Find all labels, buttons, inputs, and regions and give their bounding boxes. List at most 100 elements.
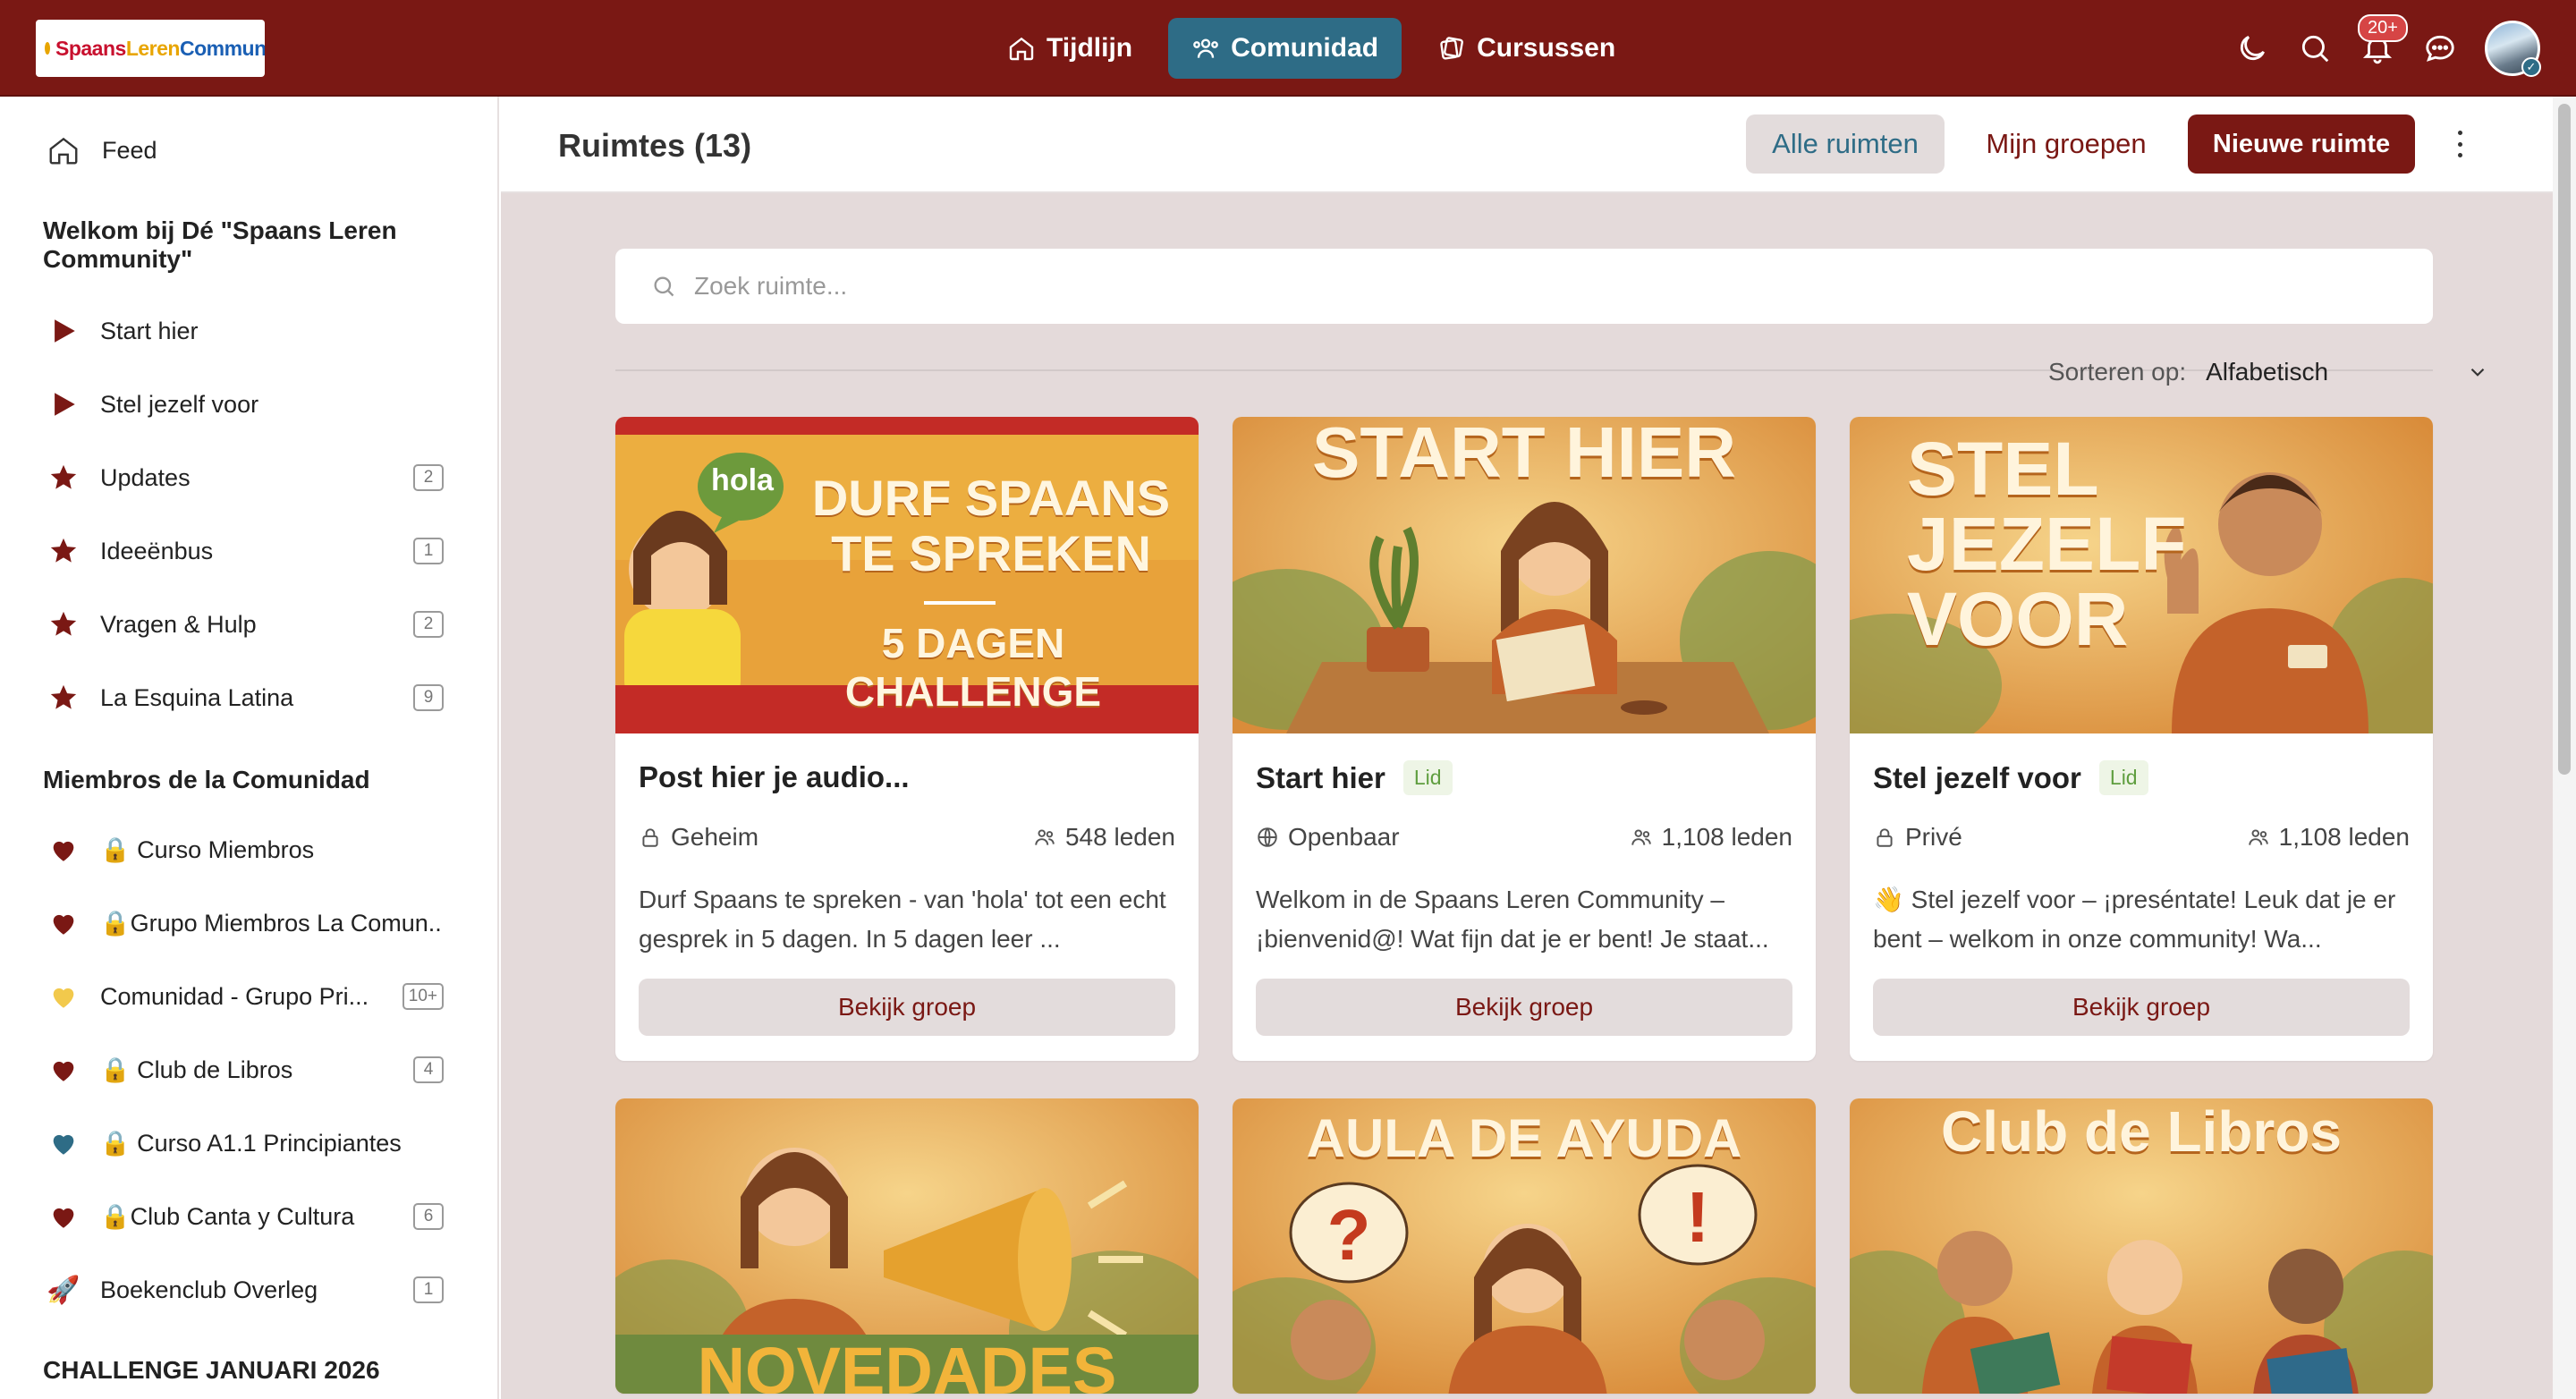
space-member-count: 548 leden [1064,823,1175,851]
space-card-body: Post hier je audio... Geheim 548 leden D… [615,733,1199,1061]
image-text-line: STEL [1907,427,2099,511]
unread-count-badge: 1 [413,538,444,564]
sidebar-item-curso-a1[interactable]: 🔒 Curso A1.1 Principiantes [47,1123,444,1163]
nav-tab-comunidad[interactable]: Comunidad [1168,18,1402,79]
sidebar-item-ideeenbus[interactable]: Ideeënbus 1 [47,531,444,571]
heart-icon [47,979,80,1013]
new-space-button[interactable]: Nieuwe ruimte [2188,114,2415,174]
challenge-section-heading: CHALLENGE JANUARI 2026 [43,1356,380,1384]
svg-text:!: ! [1686,1177,1710,1257]
space-card-novedades[interactable]: NOVEDADES [615,1098,1199,1394]
community-logo[interactable]: Spaans Leren Community [36,20,265,77]
sidebar-item-label: 🔒 Club de Libros [100,1056,293,1083]
sidebar-item-feed[interactable]: Feed [47,131,157,170]
star-icon [47,607,80,641]
people-icon [1193,38,1218,58]
notifications-button[interactable]: 20+ [2358,14,2408,66]
logo-mark-icon [45,42,50,55]
sidebar-item-start-hier[interactable]: Start hier [47,311,444,351]
main-content: Ruimtes (13) Alle ruimten Mijn groepen N… [501,97,2553,1399]
view-group-button[interactable]: Bekijk groep [1256,979,1792,1036]
space-title: Stel jezelf voor Lid [1873,760,2148,795]
main-nav: Tijdlijn Comunidad Cursussen [984,18,1639,79]
sidebar-item-boekenclub-overleg[interactable]: 🚀 Boekenclub Overleg 1 [47,1270,444,1310]
member-badge: Lid [1402,760,1453,795]
search-button[interactable] [2297,30,2333,66]
all-spaces-button[interactable]: Alle ruimten [1746,114,1945,174]
space-card-post-hier[interactable]: hola DURF SPAANS TE SPREKEN 5 DAGEN CHAL… [615,417,1199,1061]
space-description: Durf Spaans te spreken - van 'hola' tot … [639,886,1166,953]
space-card-body: Start hier Lid Openbaar 1,108 leden Welko… [1233,733,1816,1061]
cards-icon [1440,37,1464,60]
space-cover-image: START HIER [1233,417,1816,733]
unread-count-badge: 6 [413,1203,444,1230]
space-card-start-hier[interactable]: START HIER Start hier Lid Openbaar 1,108 … [1233,417,1816,1061]
sidebar-item-vragen-hulp[interactable]: Vragen & Hulp 2 [47,605,444,644]
sidebar-item-grupo-miembros[interactable]: 🔒Grupo Miembros La Comun... [47,903,444,943]
home-icon [1009,37,1034,61]
sidebar-item-la-esquina-latina[interactable]: La Esquina Latina 9 [47,678,444,717]
star-icon [47,461,80,495]
spaces-header: Ruimtes (13) Alle ruimten Mijn groepen N… [501,97,2553,193]
sidebar-item-club-de-libros[interactable]: 🔒 Club de Libros 4 [47,1050,444,1090]
home-icon [49,137,78,165]
page-scrollbar-track[interactable] [2553,97,2576,1399]
image-text-line: VOOR [1907,577,2129,661]
space-title-text: Start hier [1256,760,1385,794]
more-options-icon[interactable] [2451,131,2469,157]
space-description: 👋 Stel jezelf voor – ¡preséntate! Leuk d… [1873,886,2396,953]
space-privacy: Geheim [671,823,759,851]
page-scrollbar-thumb[interactable] [2558,104,2571,775]
sidebar-item-updates[interactable]: Updates 2 [47,458,444,497]
space-title-text: Post hier je audio... [639,760,910,793]
sidebar-item-club-canta[interactable]: 🔒Club Canta y Cultura 6 [47,1197,444,1236]
heart-icon [47,1200,80,1234]
space-card-aula-de-ayuda[interactable]: ? ! AULA DE AYUDA [1233,1098,1816,1394]
play-triangle-icon [47,314,80,348]
member-badge: Lid [2098,760,2148,795]
members-icon [1035,829,1055,845]
star-icon [47,534,80,568]
chevron-down-icon [2470,368,2485,377]
space-search-input[interactable] [694,272,2304,301]
messages-button[interactable] [2422,30,2458,66]
space-search-bar[interactable] [615,249,2433,324]
view-group-button[interactable]: Bekijk groep [639,979,1175,1036]
sidebar-item-curso-miembros[interactable]: 🔒 Curso Miembros [47,830,444,869]
user-avatar[interactable]: ✓ [2485,21,2541,77]
image-text-line: DURF SPAANS [811,470,1171,526]
play-triangle-icon [47,387,80,421]
space-card-club-de-libros[interactable]: Club de Libros [1850,1098,2433,1394]
members-icon [1631,829,1651,845]
members-section-heading: Miembros de la Comunidad [43,766,370,793]
sidebar-item-label: Stel jezelf voor [100,390,259,418]
dark-mode-toggle[interactable] [2234,30,2270,66]
image-text-line: Club de Libros [1941,1099,2342,1164]
logo-text-part-1: Spaans [55,36,126,60]
sidebar-item-label: 🔒 Curso A1.1 Principiantes [100,1130,402,1157]
lock-icon [1877,828,1893,847]
space-privacy: Privé [1905,823,1962,851]
image-headline: DURF SPAANS TE SPREKEN [794,471,1188,581]
nav-tab-cursussen[interactable]: Cursussen [1414,18,1639,79]
nav-tab-label: Comunidad [1231,33,1379,63]
sidebar-item-label: Boekenclub Overleg [100,1276,318,1303]
unread-count-badge: 10+ [402,983,444,1010]
heart-icon [47,1053,80,1087]
sidebar-item-comunidad-grupo[interactable]: Comunidad - Grupo Pri... 10+ [47,977,444,1016]
nav-tab-tijdlijn[interactable]: Tijdlijn [984,18,1156,79]
sidebar-item-label: 🔒Club Canta y Cultura [100,1203,355,1230]
logo-text-part-2: Leren [125,36,181,60]
space-card-stel-jezelf-voor[interactable]: STEL JEZELF VOOR Stel jezelf voor Lid Pri… [1850,417,2433,1061]
rocket-icon: 🚀 [47,1275,80,1305]
space-member-count: 1,108 leden [2278,823,2410,851]
image-bubble-text: hola [711,463,774,497]
image-text-line: NOVEDADES [697,1334,1117,1394]
sort-dropdown[interactable]: Sorteren op: Alfabetisch [2048,354,2489,390]
search-icon [2301,35,2329,63]
view-group-button[interactable]: Bekijk groep [1873,979,2410,1036]
sidebar-item-stel-jezelf-voor[interactable]: Stel jezelf voor [47,385,444,424]
my-groups-button[interactable]: Mijn groepen [1968,114,2165,174]
space-title: Post hier je audio... [639,760,910,794]
unread-count-badge: 4 [413,1056,444,1083]
